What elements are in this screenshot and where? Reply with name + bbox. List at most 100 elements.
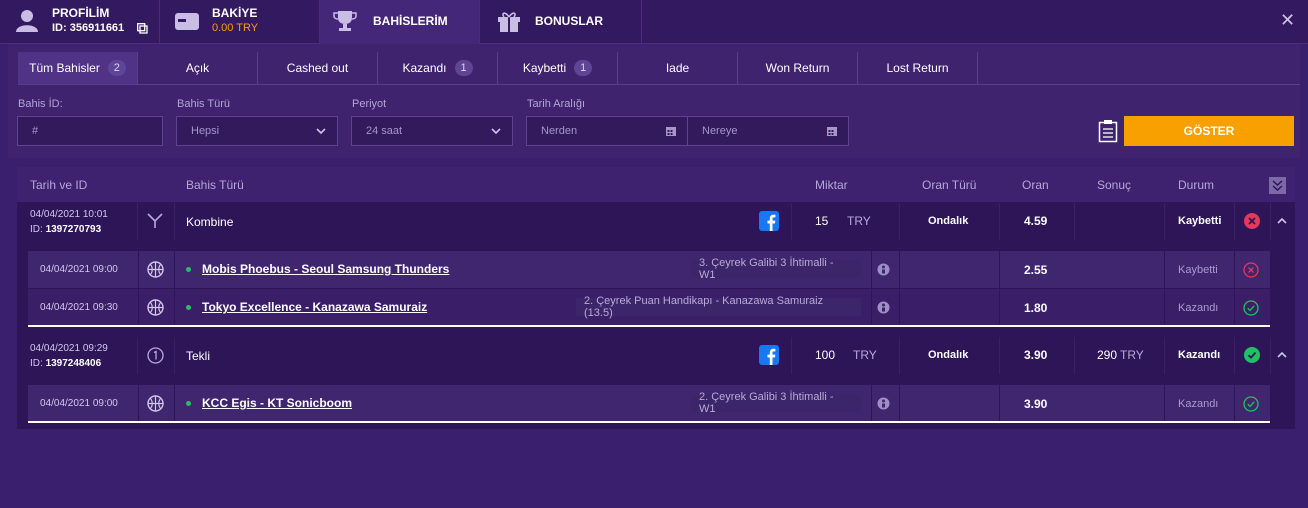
date-from-field[interactable]: Nerden [526,116,688,146]
market-label: 3. Çeyrek Galibi 3 İhtimalli - W1 [691,257,861,281]
tab-won-return[interactable]: Won Return [738,52,858,84]
tab-label: Iade [665,61,690,75]
won-outline-icon [1243,396,1259,412]
divider [174,289,175,326]
divider [899,385,900,422]
match-link[interactable]: KCC Egis - KT Sonicboom [202,396,352,410]
selection-status: Kazandı [1178,302,1219,314]
divider [138,251,139,288]
clipboard-icon[interactable] [1098,119,1118,143]
group-divider [28,325,1270,327]
collapse-all-icon[interactable] [1269,177,1286,194]
divider [999,385,1000,422]
info-icon[interactable] [877,263,890,276]
bet-id: ID: 1397248406 [30,358,101,369]
bet-amount: 15 [815,214,829,228]
chevron-up-icon[interactable] [1276,349,1288,361]
tab-lost-return[interactable]: Lost Return [858,52,978,84]
match-link[interactable]: Tokyo Excellence - Kanazawa Samuraiz [202,300,427,314]
tab-refund[interactable]: Iade [618,52,738,84]
basketball-icon [147,299,164,316]
status-dot [186,401,191,406]
close-icon[interactable]: ✕ [1280,10,1295,31]
info-icon[interactable] [877,397,890,410]
divider [871,385,872,422]
tab-all[interactable]: Tüm Bahisler 2 [18,52,138,84]
tab-label: Tüm Bahisler [29,61,100,75]
divider [1234,337,1235,374]
period-select[interactable]: 24 saat [351,116,513,146]
bet-amount: 100 [815,348,836,362]
bets-table: Tarih ve ID Bahis Türü Miktar Oran Türü … [17,167,1295,429]
tab-lost[interactable]: Kaybetti 1 [498,52,618,84]
status-tabs: Tüm Bahisler 2 Açık Cashed out Kazandı 1 K… [18,52,996,84]
nav-balance-title: BAKİYE [212,6,258,20]
nav-bonus-title: BONUSLAR [535,14,603,28]
header-result: Sonuç [1097,178,1132,192]
divider [899,251,900,288]
chevron-down-icon [491,128,501,135]
wallet-icon [175,13,199,30]
divider [1270,203,1271,240]
basketball-icon [147,395,164,412]
divider [791,203,792,240]
lost-status-icon [1244,213,1260,229]
nav-profile-id: ID: 356911661 [52,22,125,34]
bet-odds-type: Ondalık [928,215,969,227]
tab-open[interactable]: Açık [138,52,258,84]
bet-row[interactable]: 04/04/2021 09:29 ID: 1397248406 Tekli 10… [17,337,1295,374]
nav-bonus[interactable]: BONUSLAR [480,0,642,44]
selection-date: 04/04/2021 09:30 [40,302,118,313]
market-label: 2. Çeyrek Puan Handikapı - Kanazawa Samu… [576,295,861,319]
combo-icon [147,213,163,228]
date-range-label: Tarih Aralığı [527,98,586,110]
bet-status: Kazandı [1178,349,1221,361]
bet-id: ID: 1397270793 [30,224,101,235]
gift-icon [498,12,520,32]
divider [174,251,175,288]
chevron-up-icon[interactable] [1276,215,1288,227]
divider [1164,251,1165,288]
bet-type: Tekli [186,349,211,363]
tab-label: Lost Return [886,61,949,75]
table-header: Tarih ve ID Bahis Türü Miktar Oran Türü … [17,167,1295,202]
bet-details: 04/04/2021 09:00 Mobis Phoebus - Seoul S… [17,241,1295,327]
nav-profile[interactable]: PROFİLİM ID: 356911661 [0,0,160,44]
status-dot [186,305,191,310]
tab-cashed-out[interactable]: Cashed out [258,52,378,84]
nav-bets[interactable]: BAHİSLERİM [320,0,480,44]
bet-id-input[interactable] [32,125,162,137]
facebook-share-icon[interactable] [759,211,779,231]
divider [174,337,175,374]
selection-status: Kaybetti [1178,264,1218,276]
divider [999,337,1000,374]
bet-row[interactable]: 04/04/2021 10:01 ID: 1397270793 Kombine … [17,203,1295,240]
header-date: Tarih ve ID [30,178,88,192]
divider [899,289,900,326]
period-value: 24 saat [366,125,403,137]
selection-date: 04/04/2021 09:00 [40,398,118,409]
show-button[interactable]: GÖSTER [1124,116,1294,146]
tab-label: Kazandı [402,61,447,75]
divider [138,385,139,422]
status-dot [186,267,191,272]
bet-type-select[interactable]: Hepsi [176,116,338,146]
header-odds: Oran [1022,178,1049,192]
date-to-field[interactable]: Nereye [687,116,849,146]
nav-balance-amount: 0.00 TRY [212,22,259,34]
bet-currency: TRY [847,214,871,228]
info-icon[interactable] [877,301,890,314]
copy-icon[interactable] [137,23,148,34]
tab-won[interactable]: Kazandı 1 [378,52,498,84]
facebook-share-icon[interactable] [759,345,779,365]
tab-label: Won Return [765,61,830,75]
divider [137,203,138,240]
divider [1164,289,1165,326]
selection-odds: 3.90 [1024,397,1048,411]
tabs-divider [18,84,1300,85]
date-to-placeholder: Nereye [702,125,738,137]
match-link[interactable]: Mobis Phoebus - Seoul Samsung Thunders [202,262,449,276]
nav-balance[interactable]: BAKİYE 0.00 TRY [160,0,320,44]
bet-type-label: Bahis Türü [177,98,230,110]
basketball-icon [147,261,164,278]
